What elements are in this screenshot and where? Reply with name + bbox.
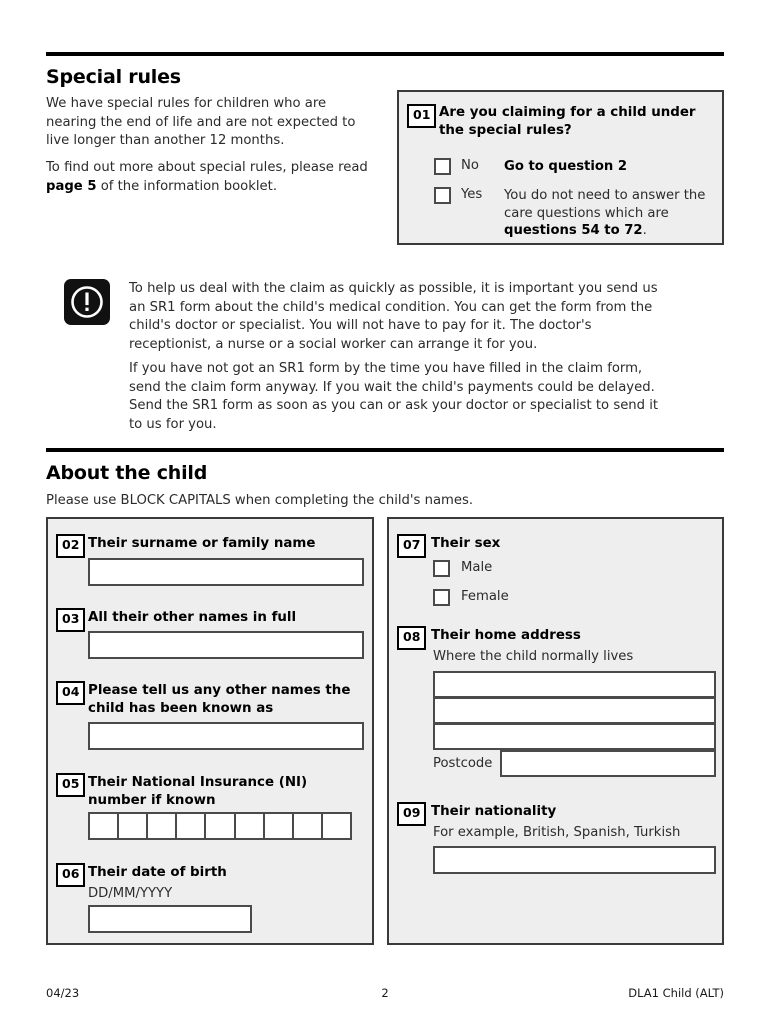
question-07-option-label-female: Female bbox=[461, 589, 509, 604]
question-09-label: Their nationality bbox=[431, 804, 557, 819]
question-08-address-line-1[interactable] bbox=[433, 671, 716, 698]
question-07-checkbox-female[interactable] bbox=[433, 589, 450, 606]
question-07-checkbox-male[interactable] bbox=[433, 560, 450, 577]
ni-number-cell[interactable] bbox=[146, 812, 178, 840]
question-08-label: Their home address bbox=[431, 628, 581, 643]
question-04-label: Please tell us any other names the child… bbox=[88, 683, 351, 716]
question-02-number: 02 bbox=[56, 534, 86, 558]
special-rules-paragraph-1: We have special rules for children who a… bbox=[46, 96, 356, 148]
paragraph-2-after: of the information booklet. bbox=[96, 178, 278, 194]
section-heading-about-the-child: About the child bbox=[46, 462, 208, 484]
question-04-number: 04 bbox=[56, 681, 86, 705]
question-01-note-yes: You do not need to answer the care quest… bbox=[504, 187, 714, 240]
notice-paragraph-1: To help us deal with the claim as quickl… bbox=[129, 281, 658, 352]
form-page: Special rules We have special rules for … bbox=[0, 0, 770, 1024]
question-02-label: Their surname or family name bbox=[88, 536, 316, 551]
ni-number-cell[interactable] bbox=[88, 812, 120, 840]
question-06-number: 06 bbox=[56, 863, 86, 887]
about-child-instruction: Please use BLOCK CAPITALS when completin… bbox=[46, 493, 474, 508]
about-child-left-panel: 02 Their surname or family name 03 All t… bbox=[46, 517, 374, 945]
question-05-ni-number-cells[interactable] bbox=[88, 812, 368, 840]
question-08-address-line-3[interactable] bbox=[433, 723, 716, 750]
question-05-number: 05 bbox=[56, 773, 86, 797]
question-06-label: Their date of birth bbox=[88, 865, 227, 880]
question-03-input[interactable] bbox=[88, 631, 364, 659]
question-06-format-hint: DD/MM/YYYY bbox=[88, 886, 173, 901]
question-03-label: All their other names in full bbox=[88, 610, 297, 625]
note-yes-bold: questions 54 to 72 bbox=[504, 223, 643, 238]
question-01-option-label-yes: Yes bbox=[461, 187, 483, 202]
question-08-postcode-label: Postcode bbox=[433, 756, 493, 771]
ni-number-cell[interactable] bbox=[320, 812, 352, 840]
question-01-option-label-no: No bbox=[461, 158, 479, 173]
question-07-number: 07 bbox=[397, 534, 427, 558]
ni-number-cell[interactable] bbox=[117, 812, 149, 840]
question-01-checkbox-yes[interactable] bbox=[434, 187, 451, 204]
note-yes-before: You do not need to answer the care quest… bbox=[504, 188, 706, 221]
question-01-number: 01 bbox=[407, 104, 437, 128]
question-08-address-line-2[interactable] bbox=[433, 697, 716, 724]
question-04-input[interactable] bbox=[88, 722, 364, 750]
ni-number-cell[interactable] bbox=[262, 812, 294, 840]
paragraph-2-before: To find out more about special rules, pl… bbox=[46, 160, 368, 175]
special-rules-paragraph-2: To find out more about special rules, pl… bbox=[46, 159, 376, 196]
question-07-label: Their sex bbox=[431, 536, 501, 551]
page-title-special-rules: Special rules bbox=[46, 66, 181, 88]
question-03-number: 03 bbox=[56, 608, 86, 632]
question-06-input[interactable] bbox=[88, 905, 252, 933]
question-02-input[interactable] bbox=[88, 558, 364, 586]
footer-form-code: DLA1 Child (ALT) bbox=[628, 986, 724, 1000]
paragraph-2-bold: page 5 bbox=[46, 178, 97, 194]
question-09-sublabel: For example, British, Spanish, Turkish bbox=[433, 825, 681, 840]
question-08-postcode-input[interactable] bbox=[500, 750, 716, 777]
question-09-input[interactable] bbox=[433, 846, 716, 874]
question-01-panel: 01 Are you claiming for a child under th… bbox=[397, 90, 724, 245]
ni-number-cell[interactable] bbox=[204, 812, 236, 840]
about-child-right-panel: 07 Their sex Male Female 08 Their home a… bbox=[387, 517, 724, 945]
question-07-option-label-male: Male bbox=[461, 560, 493, 575]
question-05-label: Their National Insurance (NI) number if … bbox=[88, 775, 308, 808]
exclamation-mark-icon bbox=[64, 279, 110, 325]
section-divider-top bbox=[46, 52, 724, 56]
question-01-checkbox-no[interactable] bbox=[434, 158, 451, 175]
notice-paragraph-2: If you have not got an SR1 form by the t… bbox=[129, 361, 659, 432]
ni-number-cell[interactable] bbox=[233, 812, 265, 840]
question-09-number: 09 bbox=[397, 802, 427, 826]
note-yes-after: . bbox=[642, 223, 647, 238]
question-01-note-no: Go to question 2 bbox=[504, 158, 709, 176]
ni-number-cell[interactable] bbox=[175, 812, 207, 840]
question-08-number: 08 bbox=[397, 626, 427, 650]
question-01-label: Are you claiming for a child under the s… bbox=[439, 105, 696, 138]
section-divider-about-child bbox=[46, 448, 724, 452]
question-08-sublabel: Where the child normally lives bbox=[433, 649, 634, 664]
ni-number-cell[interactable] bbox=[291, 812, 323, 840]
note-no-text: Go to question 2 bbox=[504, 159, 628, 174]
